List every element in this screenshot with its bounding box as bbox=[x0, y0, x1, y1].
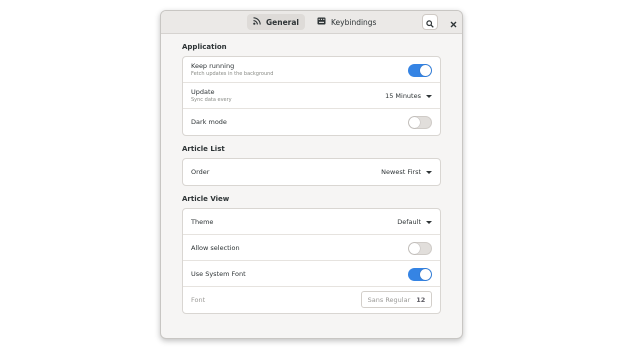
system-font-switch[interactable] bbox=[408, 268, 432, 281]
keyboard-icon bbox=[317, 17, 326, 27]
allow-selection-switch[interactable] bbox=[408, 242, 432, 255]
allow-selection-label: Allow selection bbox=[191, 244, 240, 252]
switch-knob bbox=[409, 117, 420, 128]
font-size: 12 bbox=[416, 295, 426, 304]
chevron-down-icon bbox=[426, 94, 432, 98]
tab-keybindings[interactable]: Keybindings bbox=[311, 14, 381, 30]
row-font: Font Sans Regular 12 bbox=[183, 287, 440, 313]
row-keep-running: Keep running Fetch updates in the backgr… bbox=[183, 57, 440, 83]
row-update: Update Sync data every 15 Minutes bbox=[183, 83, 440, 109]
row-dark-mode: Dark mode bbox=[183, 109, 440, 135]
section-title-article-list: Article List bbox=[182, 145, 225, 153]
tab-general[interactable]: General bbox=[247, 14, 305, 30]
article-view-card: Theme Default Allow selection Use System… bbox=[182, 208, 441, 314]
chevron-down-icon bbox=[426, 170, 432, 174]
section-title-article-view: Article View bbox=[182, 195, 230, 203]
font-chooser-button[interactable]: Sans Regular 12 bbox=[361, 291, 432, 308]
search-icon bbox=[426, 13, 434, 32]
update-interval-dropdown[interactable]: 15 Minutes bbox=[385, 92, 432, 100]
chevron-down-icon bbox=[426, 220, 432, 224]
switch-knob bbox=[420, 65, 431, 76]
tab-general-label: General bbox=[266, 17, 299, 27]
system-font-label: Use System Font bbox=[191, 270, 246, 278]
theme-value: Default bbox=[397, 218, 421, 226]
tab-keybindings-label: Keybindings bbox=[331, 17, 377, 27]
search-button[interactable] bbox=[422, 14, 438, 30]
theme-dropdown[interactable]: Default bbox=[397, 218, 432, 226]
article-list-card: Order Newest First bbox=[182, 158, 441, 186]
close-icon bbox=[450, 13, 457, 32]
keep-running-label: Keep running bbox=[191, 62, 235, 70]
order-dropdown[interactable]: Newest First bbox=[381, 168, 432, 176]
keep-running-subtitle: Fetch updates in the background bbox=[191, 71, 274, 77]
switch-knob bbox=[409, 243, 420, 254]
row-allow-selection: Allow selection bbox=[183, 235, 440, 261]
row-order: Order Newest First bbox=[183, 159, 440, 185]
dark-mode-label: Dark mode bbox=[191, 118, 227, 126]
update-subtitle: Sync data every bbox=[191, 97, 232, 103]
font-name: Sans Regular bbox=[367, 295, 411, 304]
update-interval-value: 15 Minutes bbox=[385, 92, 421, 100]
update-label: Update bbox=[191, 88, 215, 96]
rss-icon bbox=[253, 17, 261, 27]
row-system-font: Use System Font bbox=[183, 261, 440, 287]
close-button[interactable] bbox=[445, 14, 461, 30]
row-theme: Theme Default bbox=[183, 209, 440, 235]
application-card: Keep running Fetch updates in the backgr… bbox=[182, 56, 441, 136]
dark-mode-switch[interactable] bbox=[408, 116, 432, 129]
preferences-window: General Keybindings Application Keep run… bbox=[160, 10, 463, 339]
section-title-application: Application bbox=[182, 43, 227, 51]
header-bar: General Keybindings bbox=[161, 11, 462, 34]
theme-label: Theme bbox=[191, 218, 214, 226]
keep-running-switch[interactable] bbox=[408, 64, 432, 77]
order-value: Newest First bbox=[381, 168, 421, 176]
switch-knob bbox=[420, 269, 431, 280]
order-label: Order bbox=[191, 168, 210, 176]
font-label: Font bbox=[191, 296, 206, 304]
